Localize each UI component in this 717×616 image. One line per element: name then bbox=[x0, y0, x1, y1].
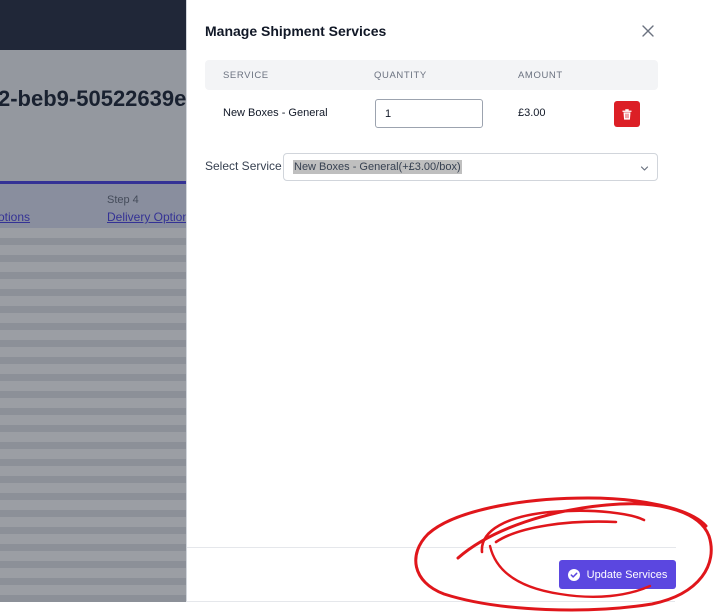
row-service-name: New Boxes - General bbox=[223, 107, 328, 119]
update-services-button[interactable]: Update Services bbox=[559, 560, 676, 589]
modal-backdrop[interactable] bbox=[0, 0, 186, 602]
check-circle-icon bbox=[567, 568, 580, 581]
update-services-label: Update Services bbox=[586, 568, 668, 581]
delete-row-button[interactable] bbox=[614, 101, 640, 127]
modal-footer-divider bbox=[187, 547, 676, 548]
column-header-amount: AMOUNT bbox=[518, 70, 563, 81]
quantity-input[interactable] bbox=[375, 99, 483, 128]
modal-title: Manage Shipment Services bbox=[205, 23, 387, 39]
select-service-label: Select Service bbox=[205, 159, 282, 173]
chevron-down-icon bbox=[640, 166, 649, 171]
trash-icon bbox=[622, 108, 632, 120]
services-table-header: SERVICE QUANTITY AMOUNT bbox=[205, 60, 658, 90]
service-select-value: New Boxes - General(+£3.00/box) bbox=[293, 160, 462, 174]
service-select[interactable]: New Boxes - General(+£3.00/box) bbox=[283, 153, 658, 181]
column-header-quantity: QUANTITY bbox=[374, 70, 427, 81]
row-amount: £3.00 bbox=[518, 107, 546, 119]
close-icon[interactable] bbox=[641, 24, 655, 38]
column-header-service: SERVICE bbox=[223, 70, 269, 81]
manage-services-modal: Manage Shipment Services SERVICE QUANTIT… bbox=[186, 0, 676, 602]
